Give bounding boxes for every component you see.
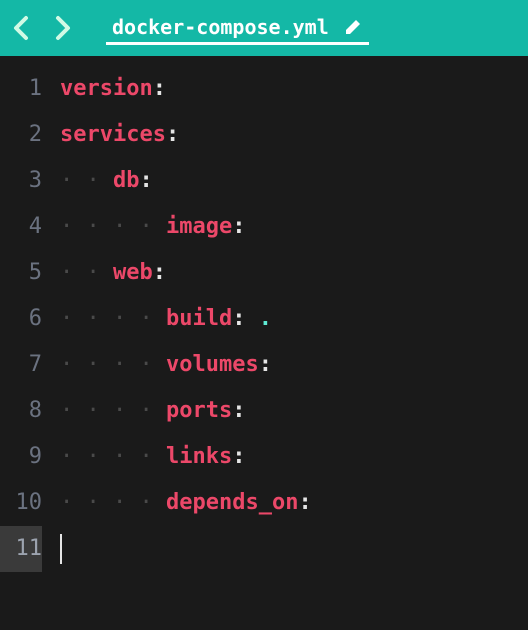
code-content[interactable]: version:services:· · db:· · · · image:· …	[60, 66, 528, 630]
code-line[interactable]: version:	[60, 66, 528, 112]
code-line[interactable]: · · · · image:	[60, 204, 528, 250]
line-number: 4	[0, 204, 42, 250]
code-line[interactable]: · · · · ports:	[60, 388, 528, 434]
tab-bar: docker-compose.yml	[0, 0, 528, 56]
code-line[interactable]: · · · · build: .	[60, 296, 528, 342]
line-number: 1	[0, 66, 42, 112]
line-number: 7	[0, 342, 42, 388]
nav-arrows	[12, 15, 72, 41]
tab-filename: docker-compose.yml	[112, 15, 329, 39]
nav-back-icon[interactable]	[12, 15, 30, 41]
line-number: 8	[0, 388, 42, 434]
tab-active[interactable]: docker-compose.yml	[106, 15, 369, 45]
pencil-icon	[343, 17, 363, 37]
code-editor[interactable]: 1234567891011 version:services:· · db:· …	[0, 56, 528, 630]
code-line[interactable]: · · web:	[60, 250, 528, 296]
code-line[interactable]: · · db:	[60, 158, 528, 204]
line-gutter: 1234567891011	[0, 66, 60, 630]
line-number: 2	[0, 112, 42, 158]
nav-forward-icon[interactable]	[54, 15, 72, 41]
line-number: 10	[0, 480, 42, 526]
code-line[interactable]: · · · · volumes:	[60, 342, 528, 388]
line-number: 3	[0, 158, 42, 204]
line-number: 9	[0, 434, 42, 480]
line-number: 6	[0, 296, 42, 342]
code-line[interactable]	[60, 526, 528, 572]
text-cursor	[60, 534, 62, 564]
code-line[interactable]: services:	[60, 112, 528, 158]
line-number: 5	[0, 250, 42, 296]
code-line[interactable]: · · · · links:	[60, 434, 528, 480]
line-number: 11	[0, 526, 42, 572]
code-line[interactable]: · · · · depends_on:	[60, 480, 528, 526]
